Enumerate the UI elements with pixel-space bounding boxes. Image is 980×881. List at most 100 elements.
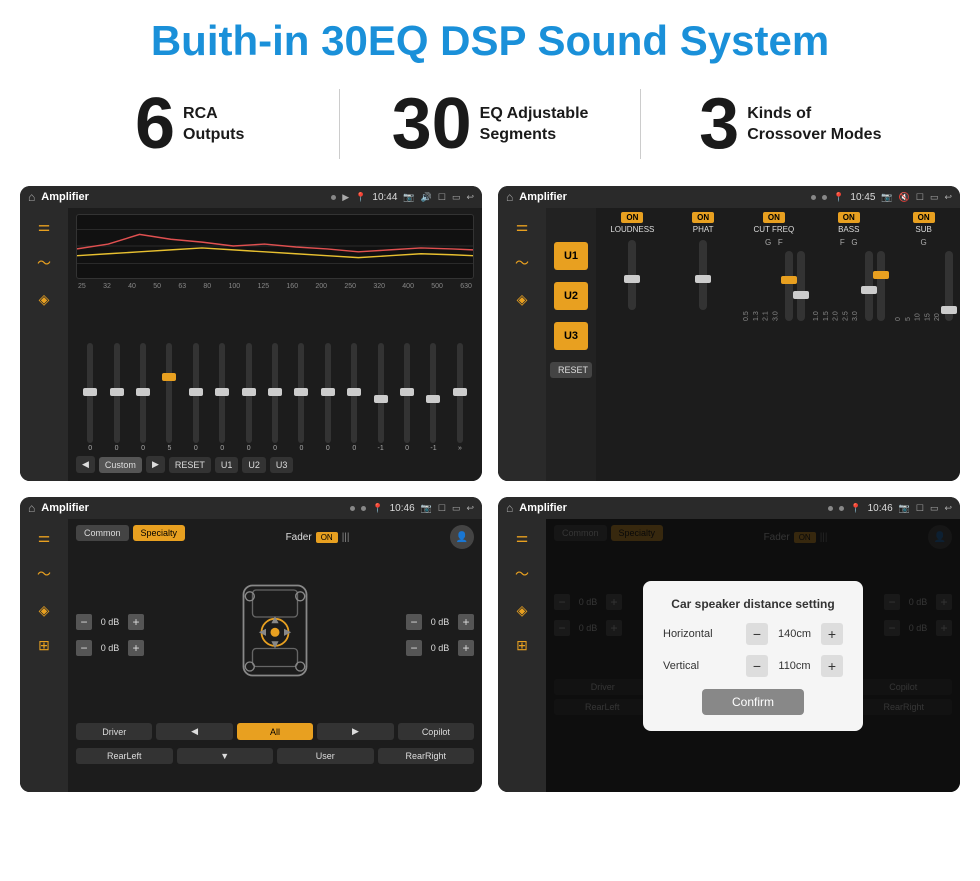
home-icon[interactable]: ⌂ [28,190,35,204]
eq-reset-btn[interactable]: RESET [169,457,211,473]
freq-80: 80 [203,283,211,290]
eq-u3-btn[interactable]: U3 [270,457,294,473]
cutfreq-on[interactable]: ON [763,212,785,223]
stat-crossover-text: Kinds ofCrossover Modes [747,88,881,146]
back-icon[interactable]: ↩ [466,192,474,203]
eq-slider-10[interactable]: 0 [342,343,366,452]
play-icon: ▶ [342,192,349,203]
eq-slider-6[interactable]: 0 [236,343,260,452]
arrow-left-btn[interactable]: ◀ [156,723,232,740]
eq-play-btn[interactable]: ▶ [146,456,165,473]
speaker-icon[interactable]: ◈ [39,291,50,308]
eq-slider-3[interactable]: 5 [157,343,181,452]
fader-on[interactable]: ON [316,532,338,543]
home-icon4[interactable]: ⌂ [506,501,513,515]
db-minus-rl[interactable]: − [76,640,92,656]
wave-icon[interactable]: 〜 [37,253,51,273]
eq-slider-0[interactable]: 0 [78,343,102,452]
expand-icon3[interactable]: ⊞ [38,637,50,654]
specialty-tab[interactable]: Specialty [133,525,186,541]
rearleft-btn[interactable]: RearLeft [76,748,173,764]
sub-on[interactable]: ON [913,212,935,223]
copilot-btn[interactable]: Copilot [398,723,474,740]
eq-slider-1[interactable]: 0 [104,343,128,452]
camera-icon4: 📷 [899,503,910,514]
phat-on[interactable]: ON [692,212,714,223]
db-minus-fl[interactable]: − [76,614,92,630]
stats-row: 6 RCAOutputs 30 EQ AdjustableSegments 3 … [0,78,980,178]
back-icon2[interactable]: ↩ [944,192,952,203]
modal-horizontal-minus[interactable]: − [746,623,768,645]
eq-custom-btn[interactable]: Custom [99,457,142,473]
reset-btn2[interactable]: RESET [550,362,592,378]
eq-prev-btn[interactable]: ◀ [76,456,95,473]
confirm-button[interactable]: Confirm [702,689,804,715]
freq-400: 400 [402,283,414,290]
battery-icon: ▭ [452,192,461,203]
back-icon4[interactable]: ↩ [944,503,952,514]
eq-icon3[interactable]: ⚌ [38,529,51,546]
battery-icon4: ▭ [930,503,939,514]
eq-slider-9[interactable]: 0 [316,343,340,452]
freq-32: 32 [103,283,111,290]
common-tab[interactable]: Common [76,525,129,541]
eq-slider-14[interactable]: » [448,343,472,452]
db-plus-fr[interactable]: + [458,614,474,630]
eq-slider-11[interactable]: -1 [368,343,392,452]
freq-125: 125 [257,283,269,290]
modal-vertical-plus[interactable]: + [821,655,843,677]
eq-u1-btn[interactable]: U1 [215,457,239,473]
u1-btn[interactable]: U1 [554,242,588,270]
eq-icon4[interactable]: ⚌ [516,529,529,546]
stat-eq-number: 30 [392,88,472,160]
rearright-btn[interactable]: RearRight [378,748,475,764]
eq-slider-2[interactable]: 0 [131,343,155,452]
back-icon3[interactable]: ↩ [466,503,474,514]
modal-vertical-minus[interactable]: − [746,655,768,677]
screen2-body: ⚌ 〜 ◈ U1 U2 U3 RESET ON LOUDNESS [498,208,960,481]
cutfreq-group: ON CUT FREQ G F 3.02.11.30.5 [742,212,807,321]
arrow-right-btn[interactable]: ▶ [317,723,393,740]
user-btn[interactable]: User [277,748,374,764]
eq-slider-7[interactable]: 0 [263,343,287,452]
eq-icon2[interactable]: ⚌ [516,218,529,235]
page-title: Buith-in 30EQ DSP Sound System [0,0,980,78]
all-btn[interactable]: All [237,723,313,740]
loudness-group: ON LOUDNESS [600,212,665,321]
db-plus-rr[interactable]: + [458,640,474,656]
u2-btn[interactable]: U2 [554,282,588,310]
db-minus-rr[interactable]: − [406,640,422,656]
speaker-icon2[interactable]: ◈ [517,291,528,308]
bass-on[interactable]: ON [838,212,860,223]
home-icon2[interactable]: ⌂ [506,190,513,204]
wave-icon2[interactable]: 〜 [515,253,529,273]
db-plus-fl[interactable]: + [128,614,144,630]
modal-horizontal-value: 140cm [772,628,817,640]
modal-horizontal-control: − 140cm + [746,623,843,645]
eq-slider-5[interactable]: 0 [210,343,234,452]
eq-slider-8[interactable]: 0 [289,343,313,452]
eq-slider-4[interactable]: 0 [184,343,208,452]
u3-btn[interactable]: U3 [554,322,588,350]
loudness-on[interactable]: ON [621,212,643,223]
volume-icon2: 🔇 [899,192,910,203]
amp-top-row: ON LOUDNESS ON PHAT [600,212,956,321]
stat-rca-number: 6 [135,88,175,160]
profile-icon[interactable]: 👤 [456,532,468,543]
eq-slider-12[interactable]: 0 [395,343,419,452]
signal-icon3: ☐ [438,503,446,514]
driver-btn[interactable]: Driver [76,723,152,740]
eq-slider-13[interactable]: -1 [421,343,445,452]
home-icon3[interactable]: ⌂ [28,501,35,515]
eq-u2-btn[interactable]: U2 [242,457,266,473]
db-minus-fr[interactable]: − [406,614,422,630]
modal-horizontal-plus[interactable]: + [821,623,843,645]
wave-icon4[interactable]: 〜 [515,564,529,584]
expand-icon4[interactable]: ⊞ [516,637,528,654]
arrow-down-btn[interactable]: ▼ [177,748,274,764]
db-plus-rl[interactable]: + [128,640,144,656]
speaker-icon4[interactable]: ◈ [517,602,528,619]
eq-icon[interactable]: ⚌ [38,218,51,235]
wave-icon3[interactable]: 〜 [37,564,51,584]
speaker-icon3[interactable]: ◈ [39,602,50,619]
